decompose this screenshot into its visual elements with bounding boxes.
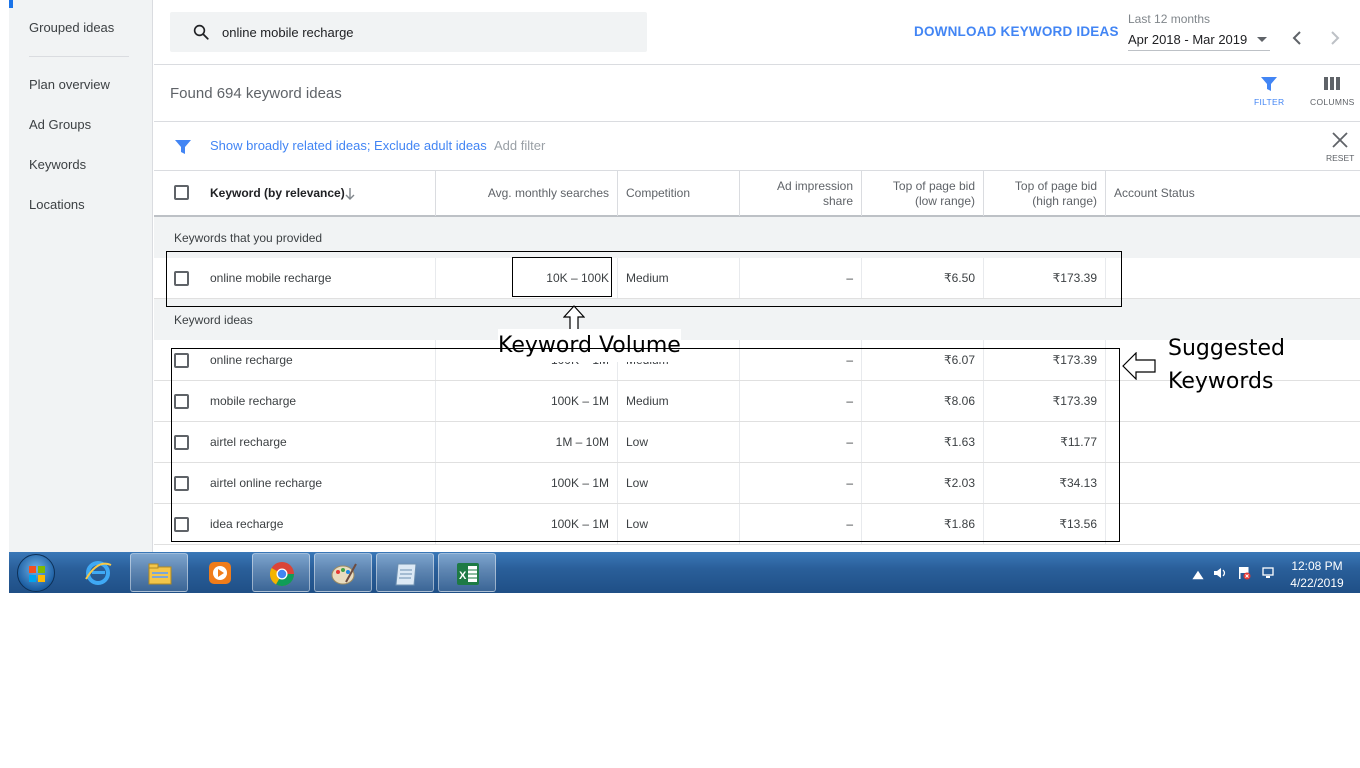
header-bid-high[interactable]: Top of page bid (high range): [984, 171, 1106, 216]
arrow-left-icon: [1122, 352, 1156, 380]
search-icon: [193, 24, 209, 40]
date-range-select[interactable]: Apr 2018 - Mar 2019: [1128, 32, 1270, 51]
media-player-icon: [209, 562, 231, 584]
active-filters-link[interactable]: Show broadly related ideas; Exclude adul…: [210, 138, 487, 153]
taskbar-explorer[interactable]: [130, 553, 188, 592]
sidebar-item-keywords[interactable]: Keywords: [29, 157, 86, 172]
header-keyword-label: Keyword (by relevance): [210, 186, 345, 200]
filter-tool-label: FILTER: [1254, 97, 1285, 107]
clock-time[interactable]: 12:08 PM: [1287, 559, 1347, 573]
windows-taskbar: X 12:08 PM 4/22/2019: [9, 552, 1360, 593]
results-count: Found 694 keyword ideas: [170, 85, 342, 102]
taskbar-excel[interactable]: X: [438, 553, 496, 592]
provided-keyword-highlight-box: [166, 251, 1122, 307]
sidebar: Grouped ideas Plan overview Ad Groups Ke…: [9, 0, 153, 552]
top-bar: online mobile recharge DOWNLOAD KEYWORD …: [154, 0, 1360, 65]
header-searches-label: Avg. monthly searches: [487, 186, 609, 200]
search-box[interactable]: online mobile recharge: [170, 12, 647, 52]
suggested-keywords-annotation: Suggested Keywords: [1168, 332, 1285, 398]
sidebar-active-indicator: [9, 0, 13, 8]
suggested-line1: Suggested: [1168, 336, 1285, 361]
reset-label: RESET: [1326, 153, 1355, 163]
reset-button[interactable]: RESET: [1326, 132, 1354, 163]
show-hidden-icons-icon[interactable]: [1191, 568, 1205, 582]
header-keyword[interactable]: Keyword (by relevance): [154, 171, 436, 216]
network-icon[interactable]: [1261, 566, 1275, 580]
chrome-icon: [269, 562, 294, 587]
filter-bar: Show broadly related ideas; Exclude adul…: [154, 122, 1360, 171]
header-bid-low[interactable]: Top of page bid (low range): [862, 171, 984, 216]
header-competition[interactable]: Competition: [618, 171, 740, 216]
header-bid-low-line2: (low range): [914, 194, 975, 208]
columns-icon: [1324, 77, 1341, 90]
explorer-icon: [148, 563, 172, 585]
download-keyword-ideas-button[interactable]: DOWNLOAD KEYWORD IDEAS: [914, 24, 1119, 39]
volume-highlight-box: [512, 257, 612, 297]
volume-icon[interactable]: [1213, 566, 1227, 580]
excel-icon: X: [457, 563, 479, 585]
header-bid-low-line1: Top of page bid: [892, 179, 975, 193]
taskbar-chrome[interactable]: [252, 553, 310, 592]
paint-icon: [331, 563, 357, 585]
date-range-label: Last 12 months: [1128, 12, 1211, 26]
section-ideas-label: Keyword ideas: [174, 313, 253, 327]
taskbar-notepad[interactable]: [376, 553, 434, 592]
results-summary-bar: Found 694 keyword ideas FILTER COLUMNS: [154, 65, 1360, 122]
sidebar-item-ad-groups[interactable]: Ad Groups: [29, 117, 91, 132]
table-header: Keyword (by relevance) Avg. monthly sear…: [154, 171, 1360, 217]
dropdown-caret-icon[interactable]: [1257, 37, 1267, 42]
sort-arrow-down-icon[interactable]: [344, 187, 356, 201]
chevron-right-icon[interactable]: [1326, 30, 1342, 46]
add-filter-button[interactable]: Add filter: [494, 138, 545, 153]
sidebar-item-grouped-ideas[interactable]: Grouped ideas: [29, 20, 114, 35]
chevron-left-icon[interactable]: [1290, 30, 1306, 46]
filter-tool-button[interactable]: FILTER: [1254, 75, 1284, 107]
header-bid-high-line2: (high range): [1032, 194, 1097, 208]
suggested-line2: Keywords: [1168, 369, 1274, 394]
screen: Grouped ideas Plan overview Ad Groups Ke…: [0, 0, 1360, 768]
close-icon: [1332, 132, 1348, 148]
start-button[interactable]: [17, 554, 55, 592]
search-input[interactable]: online mobile recharge: [222, 25, 354, 40]
svg-text:X: X: [459, 570, 467, 582]
notepad-icon: [395, 563, 417, 586]
filter-icon: [1261, 77, 1278, 91]
windows-logo-icon: [29, 566, 45, 582]
suggested-keywords-highlight-box: [171, 348, 1120, 542]
left-edge: [0, 0, 9, 593]
ie-icon: [85, 561, 112, 585]
taskbar-paint[interactable]: [314, 553, 372, 592]
sidebar-item-plan-overview[interactable]: Plan overview: [29, 77, 110, 92]
header-bid-high-line1: Top of page bid: [1014, 179, 1097, 193]
header-competition-label: Competition: [626, 186, 691, 200]
header-ad-impression-share[interactable]: Ad impression share: [740, 171, 862, 216]
action-center-flag-icon[interactable]: [1237, 566, 1251, 580]
header-impression-line2: share: [822, 194, 853, 208]
filter-icon: [175, 140, 191, 154]
columns-tool-label: COLUMNS: [1310, 97, 1355, 107]
taskbar-media-player[interactable]: [191, 553, 249, 592]
sidebar-item-locations[interactable]: Locations: [29, 197, 85, 212]
taskbar-ie[interactable]: [69, 553, 127, 592]
header-status-label: Account Status: [1114, 186, 1195, 200]
header-impression-line1: Ad impression: [776, 179, 853, 193]
sidebar-divider: [29, 56, 129, 57]
header-account-status[interactable]: Account Status: [1106, 171, 1360, 216]
header-avg-monthly-searches[interactable]: Avg. monthly searches: [436, 171, 618, 216]
section-provided-label: Keywords that you provided: [174, 231, 323, 245]
columns-tool-button[interactable]: COLUMNS: [1310, 75, 1355, 107]
clock-date[interactable]: 4/22/2019: [1287, 576, 1347, 590]
